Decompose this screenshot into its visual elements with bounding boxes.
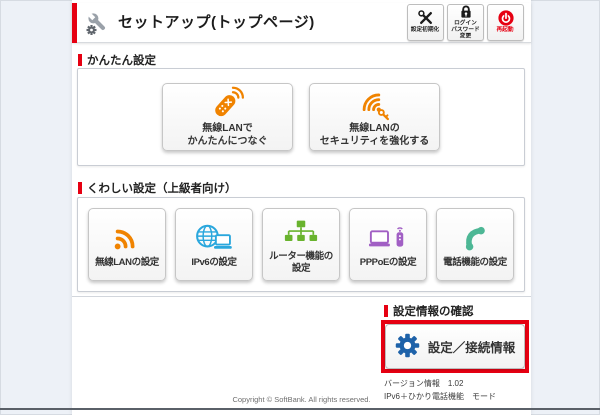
- ipv6-settings-label: IPv6の設定: [191, 256, 237, 268]
- router-settings-button[interactable]: ルーター機能の 設定: [262, 208, 340, 281]
- section-accent-bar: [78, 54, 82, 66]
- page-title: セットアップ(トップページ): [118, 14, 315, 31]
- network-tree-icon: [283, 215, 319, 249]
- easy-settings-box: 無線LANで かんたんにつなぐ 無線LANの セキュリティを強化する: [77, 68, 525, 166]
- info-section-title-text: 設定情報の確認: [393, 306, 474, 318]
- advanced-settings-box: 無線LANの設定 IPv6の設定 ルーター機能の 設定 PPPoEの設定 電話機…: [77, 197, 525, 292]
- gear-icon: [395, 333, 420, 361]
- phone-icon: [459, 221, 491, 255]
- pppoe-settings-label: PPPoEの設定: [359, 256, 417, 268]
- easy-settings-title: かんたん設定: [78, 52, 156, 68]
- tools-icon: [417, 10, 434, 26]
- header-buttons: 設定初期化 ログイン パスワード変更 再起動: [407, 4, 524, 41]
- reset-settings-button[interactable]: 設定初期化: [407, 4, 444, 41]
- restart-button[interactable]: 再起動: [487, 4, 524, 41]
- lock-icon: [458, 3, 474, 19]
- bottom-frame-line: [0, 408, 600, 410]
- setup-wrench-gear-icon: [85, 10, 111, 36]
- settings-connection-info-label: 設定／接続情報: [427, 341, 516, 355]
- ipv6-settings-button[interactable]: IPv6の設定: [175, 208, 253, 281]
- advanced-settings-title-text: くわしい設定（上級者向け）: [87, 183, 237, 195]
- header-accent-bar: [72, 3, 77, 43]
- power-icon: [497, 10, 514, 27]
- advanced-settings-title: くわしい設定（上級者向け）: [78, 180, 237, 196]
- info-section-title: 設定情報の確認: [384, 303, 474, 319]
- section-accent-bar: [384, 305, 388, 317]
- restart-label: 再起動: [496, 27, 515, 34]
- laptop-router-icon: [368, 221, 408, 255]
- content-panel: セットアップ(トップページ) 設定初期化 ログイン パスワード変更 再起動 かん…: [72, 0, 531, 415]
- wlan-settings-button[interactable]: 無線LANの設定: [88, 208, 166, 281]
- header: セットアップ(トップページ) 設定初期化 ログイン パスワード変更 再起動: [72, 3, 531, 43]
- pppoe-settings-button[interactable]: PPPoEの設定: [349, 208, 427, 281]
- copyright: Copyright © SoftBank. All rights reserve…: [232, 395, 371, 404]
- wlan-easy-connect-button[interactable]: 無線LANで かんたんにつなぐ: [162, 83, 293, 151]
- section-divider: [72, 296, 531, 297]
- highlight-frame: 設定／接続情報: [381, 320, 529, 373]
- phone-settings-label: 電話機能の設定: [443, 256, 507, 268]
- globe-laptop-icon: [194, 221, 234, 255]
- section-accent-bar: [78, 182, 82, 194]
- wlan-easy-connect-label: 無線LANで かんたんにつなぐ: [187, 123, 268, 147]
- wlan-security-button[interactable]: 無線LANの セキュリティを強化する: [309, 83, 440, 151]
- settings-connection-info-button[interactable]: 設定／接続情報: [385, 324, 525, 369]
- router-settings-label: ルーター機能の 設定: [269, 251, 333, 274]
- wifi-key-icon: [354, 86, 396, 121]
- login-password-button[interactable]: ログイン パスワード変更: [447, 4, 484, 41]
- easy-settings-title-text: かんたん設定: [87, 55, 156, 67]
- page: セットアップ(トップページ) 設定初期化 ログイン パスワード変更 再起動 かん…: [0, 0, 600, 415]
- wifi-icon: [110, 221, 144, 255]
- wlan-settings-label: 無線LANの設定: [95, 256, 159, 268]
- phone-settings-button[interactable]: 電話機能の設定: [436, 208, 514, 281]
- reset-settings-label: 設定初期化: [411, 27, 440, 34]
- remote-wps-icon: [207, 86, 249, 120]
- version-line: バージョン情報 1.02: [384, 379, 464, 388]
- wlan-security-label: 無線LANの セキュリティを強化する: [319, 123, 430, 147]
- login-password-label: ログイン パスワード変更: [451, 20, 480, 41]
